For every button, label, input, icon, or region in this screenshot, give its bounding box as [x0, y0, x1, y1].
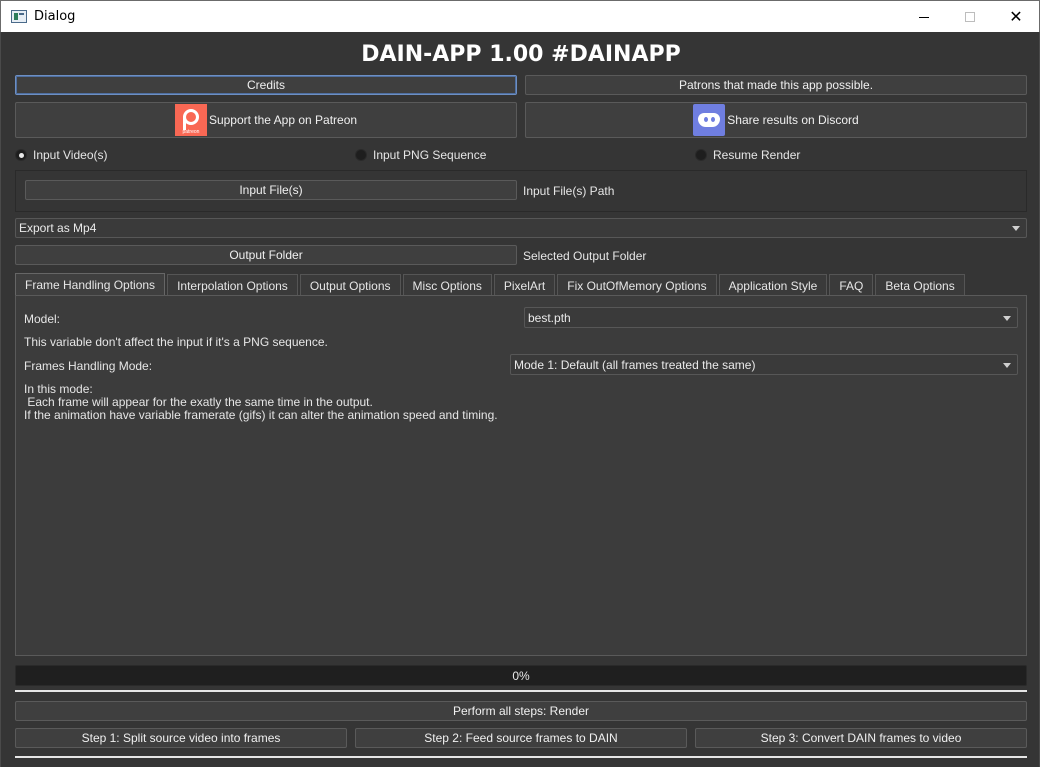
app-header-title: DAIN-APP 1.00 #DAINAPP [361, 42, 681, 67]
frames-handling-mode-select[interactable]: Mode 1: Default (all frames treated the … [510, 354, 1018, 375]
radio-indicator [15, 149, 27, 161]
discord-logo-icon [693, 104, 726, 136]
radio-resume-render[interactable]: Resume Render [695, 148, 800, 162]
minimize-icon [919, 16, 929, 18]
radio-indicator [355, 149, 367, 161]
title-bar: Dialog ✕ [0, 0, 1040, 32]
tab-application-style[interactable]: Application Style [718, 274, 828, 296]
model-select[interactable]: best.pth [524, 307, 1018, 328]
output-path-label: Selected Output Folder [523, 249, 647, 263]
render-progress-bar: 0% [15, 665, 1027, 686]
maximize-button[interactable] [947, 1, 993, 33]
export-format-value: Export as Mp4 [19, 221, 97, 235]
export-format-select[interactable]: Export as Mp4 [15, 218, 1027, 238]
radio-label: Input Video(s) [33, 148, 108, 162]
radio-label: Resume Render [713, 148, 801, 162]
minimize-button[interactable] [901, 1, 947, 33]
dialog-body: DAIN-APP 1.00 #DAINAPP Credits Patrons t… [0, 32, 1040, 767]
step1-split-frames-button[interactable]: Step 1: Split source video into frames [15, 728, 347, 748]
tab-output-options[interactable]: Output Options [299, 274, 401, 296]
tab-frame-handling-options[interactable]: Frame Handling Options [15, 273, 166, 296]
input-path-label: Input File(s) Path [523, 184, 615, 198]
credits-button[interactable]: Credits [15, 75, 517, 95]
frames-handling-mode-label: Frames Handling Mode: [24, 359, 153, 373]
maximize-icon [965, 12, 975, 22]
patrons-button[interactable]: Patrons that made this app possible. [525, 75, 1027, 95]
radio-label: Input PNG Sequence [373, 148, 487, 162]
mode-description-line: Each frame will appear for the exatly th… [24, 395, 373, 409]
divider [15, 690, 1027, 692]
app-window-icon [11, 10, 27, 23]
tab-misc-options[interactable]: Misc Options [402, 274, 492, 296]
model-label: Model: [24, 312, 61, 326]
close-button[interactable]: ✕ [993, 1, 1039, 33]
chevron-down-icon [1003, 315, 1011, 321]
input-files-button[interactable]: Input File(s) [25, 180, 517, 200]
divider [15, 756, 1027, 758]
discord-button-label: Share results on Discord [727, 113, 859, 127]
patreon-logo-icon: patreon [174, 104, 207, 136]
patreon-button-label: Support the App on Patreon [208, 113, 358, 127]
options-tab-bar: Frame Handling Options Interpolation Opt… [15, 273, 967, 296]
step2-feed-dain-button[interactable]: Step 2: Feed source frames to DAIN [355, 728, 687, 748]
frames-handling-mode-value: Mode 1: Default (all frames treated the … [514, 357, 756, 372]
frame-handling-panel: Model: best.pth This variable don't affe… [15, 295, 1027, 656]
tab-pixelart[interactable]: PixelArt [493, 274, 556, 296]
tab-faq[interactable]: FAQ [829, 274, 874, 296]
chevron-down-icon [1003, 362, 1011, 368]
mode-description-line: If the animation have variable framerate… [24, 408, 498, 422]
progress-label: 0% [512, 668, 530, 683]
radio-input-videos[interactable]: Input Video(s) [15, 148, 108, 162]
discord-button[interactable]: Share results on Discord [525, 102, 1027, 138]
close-icon: ✕ [1009, 7, 1023, 26]
png-note-text: This variable don't affect the input if … [24, 335, 328, 349]
tab-interpolation-options[interactable]: Interpolation Options [167, 274, 298, 296]
render-all-button[interactable]: Perform all steps: Render [15, 701, 1027, 721]
output-folder-button[interactable]: Output Folder [15, 245, 517, 265]
model-value: best.pth [528, 310, 571, 325]
window-title: Dialog [34, 9, 76, 24]
step3-convert-video-button[interactable]: Step 3: Convert DAIN frames to video [695, 728, 1027, 748]
radio-indicator [695, 149, 707, 161]
tab-fix-outofmemory-options[interactable]: Fix OutOfMemory Options [557, 274, 717, 296]
patreon-button[interactable]: patreon Support the App on Patreon [15, 102, 517, 138]
mode-description-line: In this mode: [24, 382, 93, 396]
chevron-down-icon [1012, 226, 1020, 231]
radio-input-png-sequence[interactable]: Input PNG Sequence [355, 148, 486, 162]
tab-beta-options[interactable]: Beta Options [875, 274, 965, 296]
